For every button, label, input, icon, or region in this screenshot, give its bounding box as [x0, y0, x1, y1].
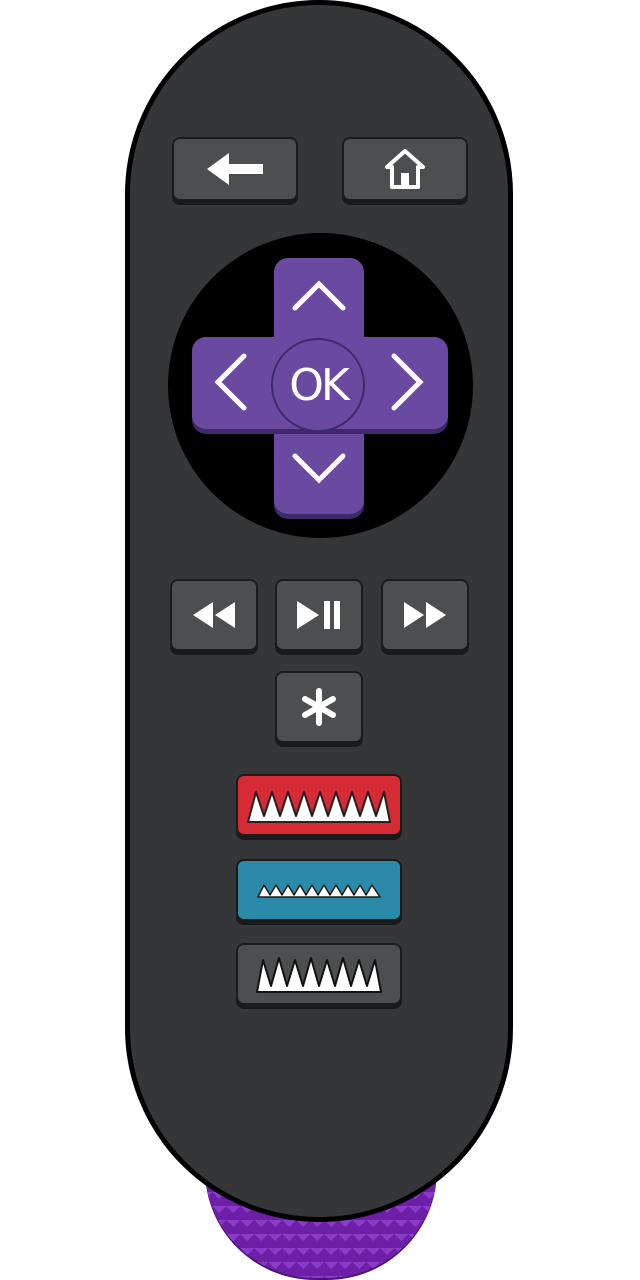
channel-logo-icon: [257, 884, 381, 898]
play-pause-icon: [297, 601, 340, 629]
gray-channel-button[interactable]: [236, 943, 402, 1005]
options-button[interactable]: [275, 671, 363, 743]
play-pause-button[interactable]: [275, 579, 363, 651]
arrow-left-icon: [207, 153, 263, 185]
red-channel-button[interactable]: [236, 774, 402, 836]
chevron-left-icon[interactable]: [210, 350, 250, 414]
chevron-right-icon[interactable]: [388, 350, 428, 414]
ok-label: OK: [289, 359, 349, 411]
home-icon: [385, 149, 425, 189]
back-button[interactable]: [172, 137, 298, 201]
asterisk-icon: [302, 688, 336, 726]
ok-button[interactable]: OK: [271, 338, 365, 432]
fast-forward-button[interactable]: [381, 579, 469, 651]
chevron-down-icon[interactable]: [289, 450, 349, 490]
blue-channel-button[interactable]: [236, 859, 402, 921]
rewind-icon: [193, 602, 235, 628]
fast-forward-icon: [404, 602, 446, 628]
home-button[interactable]: [342, 137, 468, 201]
rewind-button[interactable]: [170, 579, 258, 651]
chevron-up-icon[interactable]: [289, 274, 349, 314]
channel-logo-icon: [256, 957, 382, 993]
channel-logo-icon: [247, 791, 391, 823]
